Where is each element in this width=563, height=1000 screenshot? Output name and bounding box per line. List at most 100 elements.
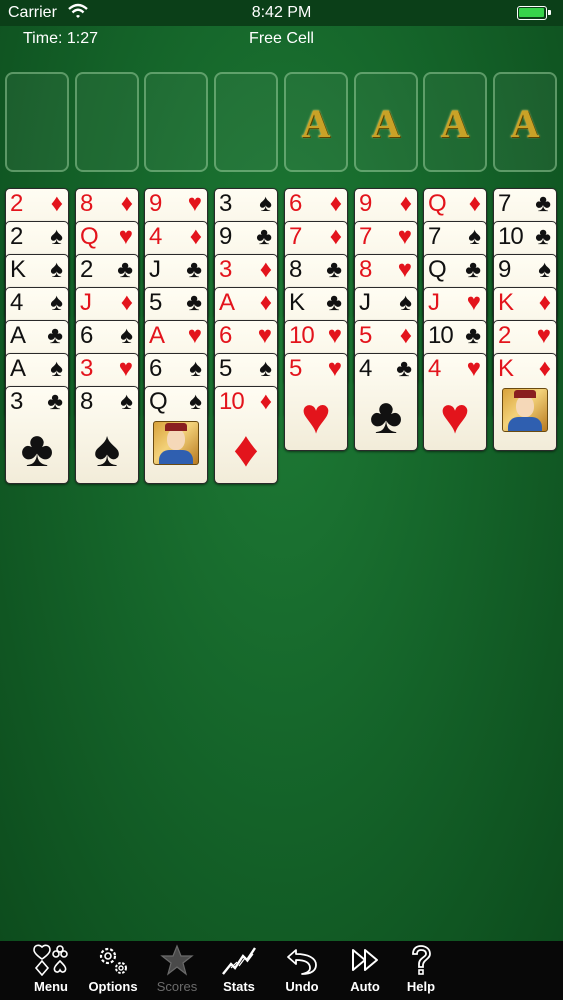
free-cell-4[interactable]: [214, 72, 278, 172]
card-rank: J: [80, 289, 92, 316]
card-rank: 9: [149, 190, 162, 217]
clubs-large-icon: ♣: [369, 388, 403, 444]
free-cell-3[interactable]: [144, 72, 208, 172]
card-rank: 3: [219, 256, 232, 283]
clubs-icon: ♣: [186, 289, 202, 316]
spades-icon: ♠: [50, 223, 63, 250]
battery-icon: [517, 6, 551, 20]
spades-icon: ♠: [468, 223, 481, 250]
card-rank: 6: [289, 190, 302, 217]
scores-button[interactable]: Scores: [147, 941, 207, 1000]
card-rank: 10: [289, 322, 315, 349]
hearts-icon: ♥: [466, 355, 481, 382]
card-rank: 3: [10, 388, 23, 415]
spades-icon: ♠: [50, 355, 63, 382]
undo-label: Undo: [285, 979, 319, 994]
hearts-icon: ♥: [327, 322, 342, 349]
card-rank: 7: [289, 223, 302, 250]
card-rank: 9: [219, 223, 232, 250]
card-rank: 5: [359, 322, 372, 349]
diamonds-icon: ♦: [259, 388, 272, 415]
clubs-icon: ♣: [465, 322, 481, 349]
card-3-of-clubs[interactable]: 3 ♣ ♣: [5, 386, 69, 484]
hearts-icon: ♥: [397, 223, 412, 250]
card-rank: 6: [80, 322, 93, 349]
question-icon: [391, 944, 451, 976]
diamonds-icon: ♦: [329, 190, 342, 217]
card-rank: 2: [80, 256, 93, 283]
card-4-of-clubs[interactable]: 4 ♣ ♣: [354, 353, 418, 451]
card-rank: 10: [219, 388, 245, 415]
spades-icon: ♠: [189, 355, 202, 382]
help-button[interactable]: Help: [391, 941, 451, 1000]
diamonds-icon: ♦: [538, 355, 551, 382]
menu-button[interactable]: Menu: [21, 941, 81, 1000]
free-cell-2[interactable]: [75, 72, 139, 172]
foundation-ace-label: A: [440, 101, 470, 146]
suits-icon: [21, 944, 81, 977]
clubs-icon: ♣: [535, 223, 551, 250]
card-10-of-diamonds[interactable]: 10 ♦ ♦: [214, 386, 278, 484]
diamonds-icon: ♦: [259, 289, 272, 316]
card-rank: 8: [359, 256, 372, 283]
clubs-icon: ♣: [535, 190, 551, 217]
card-4-of-hearts[interactable]: 4 ♥ ♥: [423, 353, 487, 451]
options-label: Options: [88, 979, 138, 994]
card-rank: K: [289, 289, 305, 316]
foundation-ace-label: A: [510, 101, 540, 146]
status-time: 8:42 PM: [251, 4, 312, 21]
card-rank: 4: [428, 355, 441, 382]
foundation-4[interactable]: A: [493, 72, 557, 172]
card-rank: 9: [359, 190, 372, 217]
card-rank: 8: [80, 190, 93, 217]
free-cell-1[interactable]: [5, 72, 69, 172]
card-k-of-diamonds[interactable]: K ♦: [493, 353, 557, 451]
spades-icon: ♠: [189, 388, 202, 415]
card-rank: K: [498, 289, 514, 316]
foundation-ace-label: A: [371, 101, 401, 146]
clubs-icon: ♣: [326, 289, 342, 316]
card-rank: 3: [219, 190, 232, 217]
card-8-of-spades[interactable]: 8 ♠ ♠: [75, 386, 139, 484]
clubs-icon: ♣: [47, 388, 63, 415]
clubs-icon: ♣: [465, 256, 481, 283]
card-rank: 2: [498, 322, 511, 349]
help-label: Help: [406, 979, 436, 994]
status-bar: Carrier 8:42 PM: [0, 0, 563, 26]
foundation-2[interactable]: A: [354, 72, 418, 172]
options-button[interactable]: Options: [83, 941, 143, 1000]
hearts-large-icon: ♥: [440, 388, 470, 444]
hearts-icon: ♥: [257, 322, 272, 349]
card-rank: J: [359, 289, 371, 316]
card-rank: Q: [428, 190, 447, 217]
diamonds-icon: ♦: [189, 223, 202, 250]
diamonds-icon: ♦: [50, 190, 63, 217]
game-title: Free Cell: [249, 30, 314, 47]
card-5-of-hearts[interactable]: 5 ♥ ♥: [284, 353, 348, 451]
undo-button[interactable]: Undo: [272, 941, 332, 1000]
card-rank: Q: [149, 388, 168, 415]
card-q-of-spades[interactable]: Q ♠: [144, 386, 208, 484]
card-rank: 7: [498, 190, 511, 217]
card-rank: 4: [10, 289, 23, 316]
card-rank: 8: [289, 256, 302, 283]
stats-button[interactable]: Stats: [209, 941, 269, 1000]
menu-label: Menu: [34, 979, 68, 994]
clubs-icon: ♣: [396, 355, 412, 382]
auto-label: Auto: [350, 979, 380, 994]
card-rank: Q: [80, 223, 99, 250]
stats-label: Stats: [223, 979, 255, 994]
card-rank: 5: [219, 355, 232, 382]
auto-button[interactable]: Auto: [335, 941, 395, 1000]
face-card-portrait-icon: [502, 388, 548, 432]
foundation-3[interactable]: A: [423, 72, 487, 172]
foundation-1[interactable]: A: [284, 72, 348, 172]
spades-icon: ♠: [50, 289, 63, 316]
spades-icon: ♠: [538, 256, 551, 283]
spades-large-icon: ♠: [93, 421, 121, 477]
scores-label: Scores: [156, 979, 198, 994]
card-rank: K: [10, 256, 26, 283]
card-rank: 6: [149, 355, 162, 382]
card-rank: A: [219, 289, 235, 316]
diamonds-icon: ♦: [120, 190, 133, 217]
